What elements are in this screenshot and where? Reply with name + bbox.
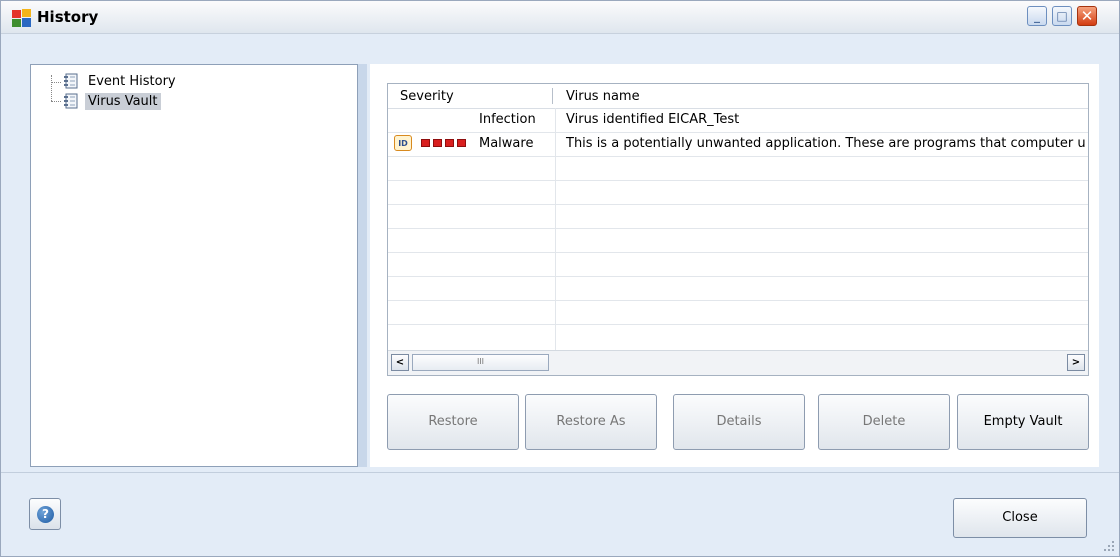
help-icon: ? bbox=[37, 506, 54, 523]
footer-divider bbox=[1, 472, 1119, 473]
document-list-icon bbox=[64, 93, 78, 109]
pane-splitter[interactable] bbox=[358, 64, 367, 467]
severity-cell: Infection bbox=[479, 112, 536, 127]
navigation-tree: Event History Virus Vault bbox=[30, 64, 358, 467]
avg-app-icon bbox=[12, 9, 31, 27]
table-header: Severity Virus name bbox=[388, 84, 1088, 109]
maximize-icon: □ bbox=[1056, 9, 1068, 23]
virus-name-cell: This is a potentially unwanted applicati… bbox=[566, 136, 1086, 151]
document-list-icon bbox=[64, 73, 78, 89]
severity-square-icon bbox=[421, 139, 430, 147]
tree-connector bbox=[51, 82, 61, 83]
table-row-empty bbox=[388, 180, 1088, 205]
scroll-left-button[interactable]: < bbox=[391, 354, 409, 371]
column-divider[interactable] bbox=[552, 88, 553, 104]
table-row-empty bbox=[388, 204, 1088, 229]
horizontal-scrollbar[interactable]: < III > bbox=[388, 350, 1088, 375]
tree-item-label: Virus Vault bbox=[85, 92, 161, 110]
empty-vault-button[interactable]: Empty Vault bbox=[957, 394, 1089, 450]
column-header-virus-name[interactable]: Virus name bbox=[566, 89, 640, 104]
minimize-button[interactable]: _ bbox=[1027, 6, 1047, 26]
table-row-empty bbox=[388, 300, 1088, 325]
table-row[interactable]: Infection Virus identified EICAR_Test bbox=[388, 108, 1088, 133]
tree-connector bbox=[51, 101, 61, 102]
table-row[interactable]: ID Malware This is a potentially unwante… bbox=[388, 132, 1088, 157]
severity-cell: Malware bbox=[479, 136, 534, 151]
virus-vault-table: Severity Virus name Infection Virus iden… bbox=[387, 83, 1089, 376]
tree-item-label: Event History bbox=[88, 73, 176, 89]
close-window-button[interactable]: ✕ bbox=[1077, 6, 1097, 26]
id-badge-icon: ID bbox=[394, 135, 412, 151]
restore-as-button[interactable]: Restore As bbox=[525, 394, 657, 450]
details-button[interactable]: Details bbox=[673, 394, 805, 450]
restore-button[interactable]: Restore bbox=[387, 394, 519, 450]
table-row-empty bbox=[388, 324, 1088, 348]
help-button[interactable]: ? bbox=[29, 498, 61, 530]
maximize-button[interactable]: □ bbox=[1052, 6, 1072, 26]
column-gridline bbox=[555, 108, 556, 350]
scrollbar-thumb[interactable]: III bbox=[412, 354, 549, 371]
severity-square-icon bbox=[457, 139, 466, 147]
table-row-empty bbox=[388, 276, 1088, 301]
minimize-icon: _ bbox=[1034, 9, 1040, 23]
history-window: History _ □ ✕ Event History Virus Vault bbox=[0, 0, 1120, 557]
window-title: History bbox=[37, 8, 99, 26]
table-row-empty bbox=[388, 252, 1088, 277]
close-icon: ✕ bbox=[1080, 7, 1094, 25]
table-row-empty bbox=[388, 156, 1088, 181]
tree-item-event-history[interactable]: Event History bbox=[63, 71, 179, 91]
tree-item-virus-vault[interactable]: Virus Vault bbox=[63, 91, 161, 111]
severity-square-icon bbox=[433, 139, 442, 147]
scroll-right-button[interactable]: > bbox=[1067, 354, 1085, 371]
close-button[interactable]: Close bbox=[953, 498, 1087, 538]
severity-square-icon bbox=[445, 139, 454, 147]
title-bar[interactable]: History _ □ ✕ bbox=[1, 1, 1119, 34]
table-row-empty bbox=[388, 228, 1088, 253]
delete-button[interactable]: Delete bbox=[818, 394, 950, 450]
column-header-severity[interactable]: Severity bbox=[400, 89, 454, 104]
virus-name-cell: Virus identified EICAR_Test bbox=[566, 112, 740, 127]
resize-grip-icon[interactable] bbox=[1103, 540, 1115, 552]
